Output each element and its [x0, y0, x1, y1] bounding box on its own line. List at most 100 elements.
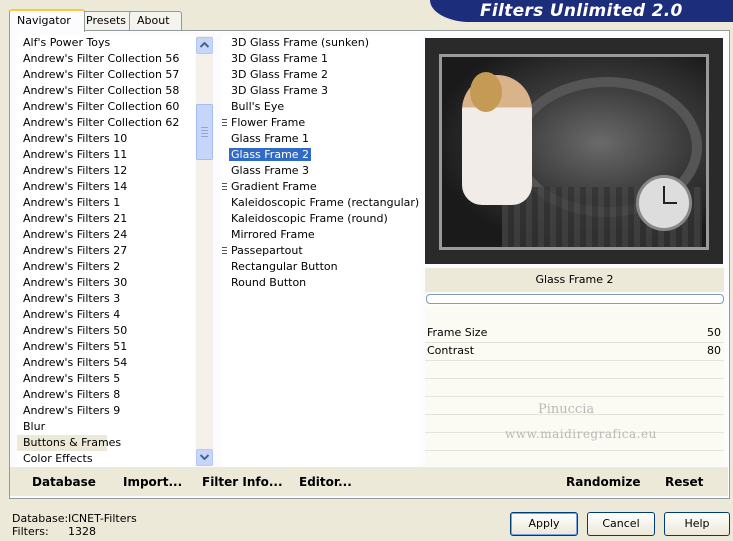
category-item[interactable]: Color Effects	[17, 451, 195, 467]
preview-image	[439, 54, 709, 250]
category-item[interactable]: Andrew's Filters 8	[17, 387, 195, 403]
filter-item[interactable]: Rectangular Button	[222, 259, 420, 275]
database-status-value: ICNET-Filters	[68, 512, 137, 525]
category-item[interactable]: Andrew's Filters 5	[17, 371, 195, 387]
category-item[interactable]: Andrew's Filters 21	[17, 211, 195, 227]
filter-item[interactable]: Gradient Frame	[222, 179, 420, 195]
filter-item[interactable]: Glass Frame 3	[222, 163, 420, 179]
filter-item[interactable]: Mirrored Frame	[222, 227, 420, 243]
preview-frame	[425, 38, 723, 264]
database-link[interactable]: Database	[32, 475, 96, 489]
category-item[interactable]: Andrew's Filter Collection 60	[17, 99, 195, 115]
filters-count-label: Filters:	[12, 525, 49, 538]
category-item[interactable]: Andrew's Filters 14	[17, 179, 195, 195]
tab-navigator[interactable]: Navigator	[9, 9, 85, 32]
filter-label: Mirrored Frame	[231, 228, 315, 241]
progress-bar	[426, 294, 724, 304]
category-item[interactable]: Andrew's Filters 12	[17, 163, 195, 179]
help-button[interactable]: Help	[664, 512, 730, 536]
filter-label: Glass Frame 1	[231, 132, 310, 145]
apply-button[interactable]: Apply	[510, 512, 578, 536]
param-value: 50	[707, 326, 721, 339]
watermark-url: www.maidiregrafica.eu	[505, 427, 657, 441]
filter-label: Round Button	[231, 276, 307, 289]
filter-item[interactable]: 3D Glass Frame 1	[222, 51, 420, 67]
param-label: Frame Size	[427, 326, 488, 339]
scroll-thumb[interactable]	[196, 104, 213, 160]
category-item[interactable]: Andrew's Filters 24	[17, 227, 195, 243]
filter-label: Glass Frame 2	[229, 148, 312, 161]
filter-item[interactable]: Glass Frame 1	[222, 131, 420, 147]
chevron-up-icon	[200, 42, 209, 48]
category-item[interactable]: Andrew's Filters 30	[17, 275, 195, 291]
category-item[interactable]: Andrew's Filters 9	[17, 403, 195, 419]
tab-about[interactable]: About	[129, 11, 182, 30]
category-item[interactable]: Andrew's Filters 50	[17, 323, 195, 339]
filter-item[interactable]: Bull's Eye	[222, 99, 420, 115]
filter-item[interactable]: Kaleidoscopic Frame (rectangular)	[222, 195, 420, 211]
category-item[interactable]: Buttons & Frames	[17, 435, 121, 451]
filter-label: Rectangular Button	[231, 260, 338, 273]
filter-label: Kaleidoscopic Frame (rectangular)	[231, 196, 420, 209]
category-item[interactable]: Andrew's Filter Collection 62	[17, 115, 195, 131]
filter-item[interactable]: 3D Glass Frame 2	[222, 67, 420, 83]
filter-item[interactable]: Round Button	[222, 275, 420, 291]
parameter-area: Frame Size 50 Contrast 80	[425, 306, 724, 466]
randomize-link[interactable]: Randomize	[566, 475, 640, 489]
category-item[interactable]: Andrew's Filters 51	[17, 339, 195, 355]
category-item[interactable]: Andrew's Filters 2	[17, 259, 195, 275]
filter-label: 3D Glass Frame 3	[231, 84, 329, 97]
chevron-down-icon	[200, 454, 209, 460]
param-value: 80	[707, 344, 721, 357]
editor-link[interactable]: Editor...	[299, 475, 352, 489]
category-item[interactable]: Andrew's Filter Collection 57	[17, 67, 195, 83]
clock-image	[636, 175, 692, 231]
filter-label: Gradient Frame	[231, 180, 317, 193]
filter-label: Passepartout	[231, 244, 303, 257]
param-contrast[interactable]: Contrast 80	[425, 342, 724, 360]
category-item[interactable]: Andrew's Filter Collection 58	[17, 83, 195, 99]
filter-label: Kaleidoscopic Frame (round)	[231, 212, 388, 225]
filter-item[interactable]: Flower Frame	[222, 115, 420, 131]
category-item[interactable]: Andrew's Filters 11	[17, 147, 195, 163]
filter-list[interactable]: 3D Glass Frame (sunken) 3D Glass Frame 1 3…	[222, 35, 420, 467]
category-item[interactable]: Andrew's Filters 1	[17, 195, 195, 211]
category-scrollbar[interactable]	[196, 36, 213, 466]
filters-count-value: 1328	[68, 525, 96, 538]
category-list[interactable]: Alf's Power Toys Andrew's Filter Collecti…	[17, 35, 195, 467]
watermark-name: Pinuccia	[538, 402, 595, 417]
category-item[interactable]: Andrew's Filters 54	[17, 355, 195, 371]
filter-info-link[interactable]: Filter Info...	[202, 475, 283, 489]
category-item[interactable]: Andrew's Filters 10	[17, 131, 195, 147]
filter-label: Flower Frame	[231, 116, 306, 129]
title-banner: Filters Unlimited 2.0	[430, 0, 733, 22]
category-item[interactable]: Alf's Power Toys	[17, 35, 195, 51]
category-item[interactable]: Andrew's Filter Collection 56	[17, 51, 195, 67]
param-label: Contrast	[427, 344, 475, 357]
filter-label: Bull's Eye	[231, 100, 285, 113]
bookmark-marker-icon	[222, 247, 227, 255]
category-item[interactable]: Andrew's Filters 3	[17, 291, 195, 307]
filter-label: Glass Frame 3	[231, 164, 310, 177]
app-title: Filters Unlimited 2.0	[480, 1, 683, 21]
reset-link[interactable]: Reset	[665, 475, 703, 489]
scroll-down-button[interactable]	[196, 449, 213, 466]
filter-label: 3D Glass Frame (sunken)	[231, 36, 369, 49]
filter-item[interactable]: 3D Glass Frame 3	[222, 83, 420, 99]
param-frame-size[interactable]: Frame Size 50	[425, 324, 724, 342]
bookmark-marker-icon	[222, 183, 227, 191]
bookmark-marker-icon	[222, 119, 227, 127]
filter-item[interactable]: Kaleidoscopic Frame (round)	[222, 211, 420, 227]
category-item[interactable]: Andrew's Filters 27	[17, 243, 195, 259]
import-link[interactable]: Import...	[123, 475, 182, 489]
category-item[interactable]: Andrew's Filters 4	[17, 307, 195, 323]
filter-item[interactable]: Passepartout	[222, 243, 420, 259]
filter-item[interactable]: 3D Glass Frame (sunken)	[222, 35, 420, 51]
scroll-up-button[interactable]	[196, 37, 213, 54]
database-status-label: Database:	[12, 512, 69, 525]
filter-item[interactable]: Glass Frame 2	[222, 147, 420, 163]
category-item[interactable]: Blur	[17, 419, 195, 435]
filter-label: 3D Glass Frame 1	[231, 52, 329, 65]
filter-name-label: Glass Frame 2	[425, 268, 724, 292]
cancel-button[interactable]: Cancel	[587, 512, 655, 536]
